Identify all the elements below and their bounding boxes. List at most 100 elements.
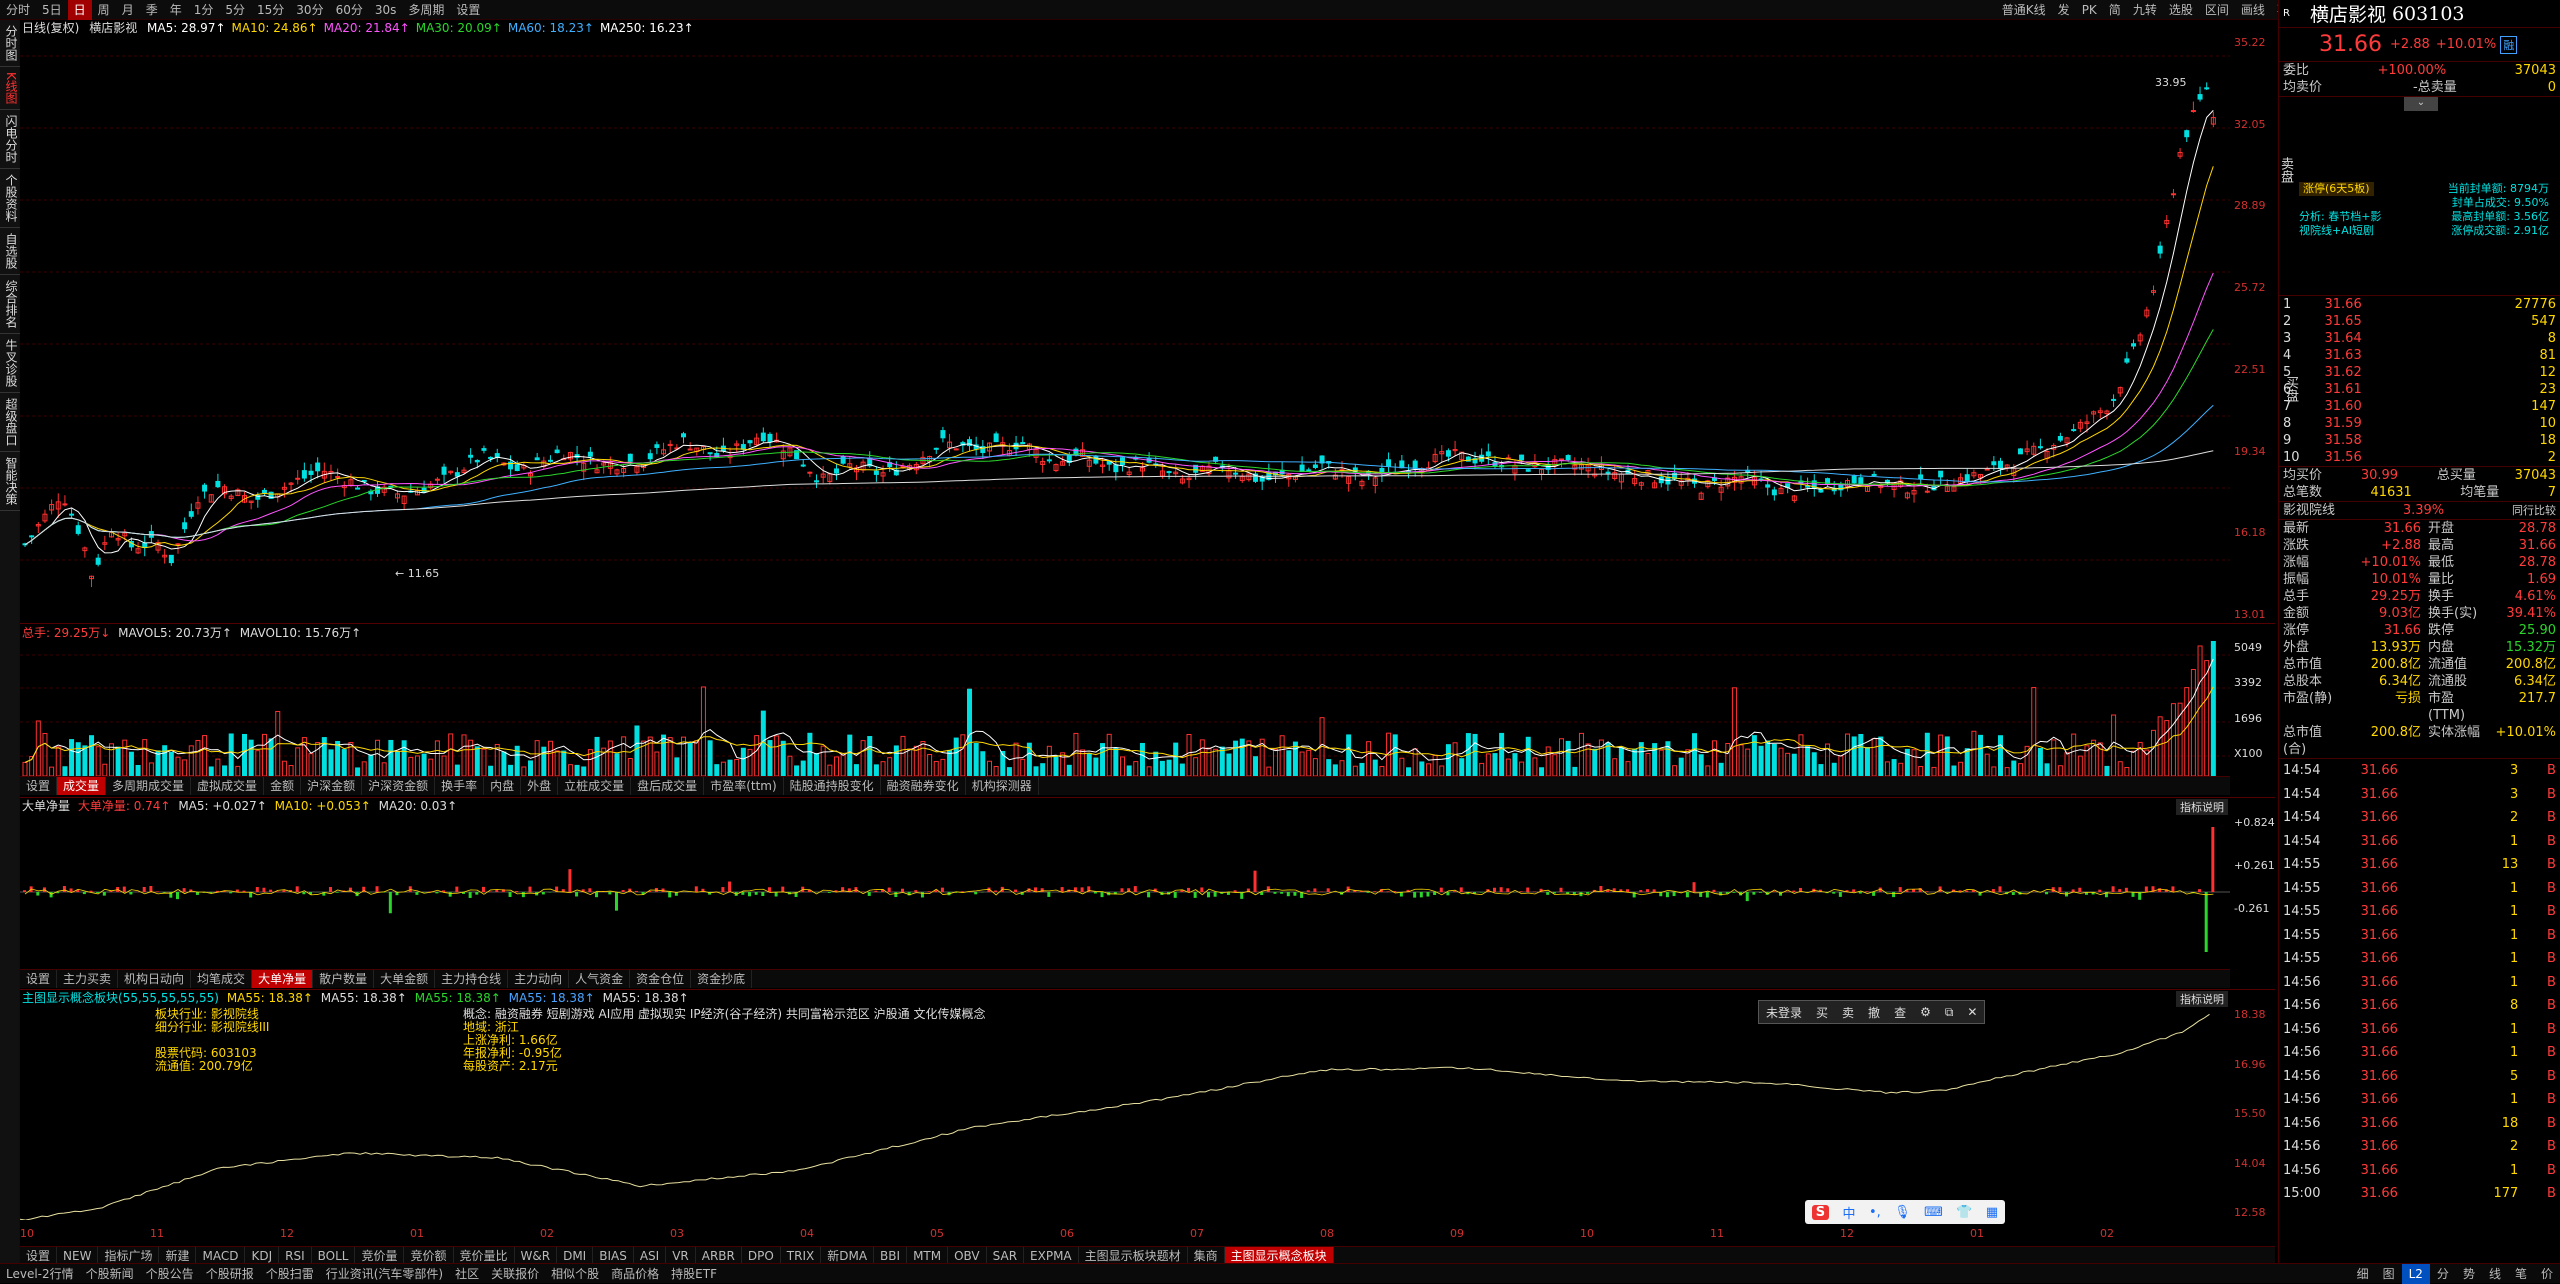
status-link-6[interactable]: 社区 <box>449 1264 485 1284</box>
float-btn-7[interactable]: ✕ <box>1960 1005 1984 1019</box>
ime-punct-icon[interactable]: •, <box>1869 1205 1881 1220</box>
trade-icon[interactable]: 融 <box>2500 36 2517 54</box>
tab-5[interactable]: 沪深金额 <box>301 777 362 795</box>
leftnav-item-0[interactable]: 分时图 <box>0 20 20 67</box>
status-right-7[interactable]: 价 <box>2534 1264 2560 1284</box>
period-8[interactable]: 5分 <box>219 0 251 20</box>
ime-toolbar[interactable]: S 中 •, 🎙 ⌨ 👕 ▦ <box>1805 1200 2005 1224</box>
status-link-7[interactable]: 关联报价 <box>485 1264 545 1284</box>
status-link-8[interactable]: 相似个股 <box>545 1264 605 1284</box>
tool-0[interactable]: 普通K线 <box>1996 0 2052 20</box>
float-btn-6[interactable]: ⧉ <box>1938 1005 1961 1020</box>
status-link-9[interactable]: 商品价格 <box>605 1264 665 1284</box>
tab-11[interactable]: 盘后成交量 <box>631 777 704 795</box>
leftnav-item-6[interactable]: 牛叉诊股 <box>0 334 20 393</box>
status-link-4[interactable]: 个股扫雷 <box>260 1264 320 1284</box>
sector-row[interactable]: 影视院线3.39%同行比较 <box>2279 502 2560 520</box>
tab-14[interactable]: 融资融券变化 <box>881 777 966 795</box>
tab-2[interactable]: 机构日动向 <box>118 970 191 988</box>
tab-11[interactable]: 资金抄底 <box>691 970 752 988</box>
tab-7[interactable]: 换手率 <box>435 777 484 795</box>
tab-0[interactable]: 设置 <box>20 777 57 795</box>
tab-13[interactable]: 陆股通持股变化 <box>784 777 881 795</box>
period-0[interactable]: 分时 <box>0 0 36 20</box>
ime-mic-icon[interactable]: 🎙 <box>1894 1205 1911 1220</box>
period-1[interactable]: 5日 <box>36 0 68 20</box>
tab-9[interactable]: 外盘 <box>521 777 558 795</box>
period-9[interactable]: 15分 <box>251 0 290 20</box>
float-btn-5[interactable]: ⚙ <box>1913 1005 1938 1019</box>
tab-1[interactable]: 成交量 <box>57 777 106 795</box>
tool-6[interactable]: 区间 <box>2199 0 2235 20</box>
period-14[interactable]: 设置 <box>450 0 486 20</box>
expand-arrow-icon[interactable]: ⌄ <box>2404 97 2438 111</box>
ime-tools-icon[interactable]: ▦ <box>1986 1205 1998 1220</box>
status-link-3[interactable]: 个股研报 <box>200 1264 260 1284</box>
tab-15[interactable]: 机构探测器 <box>966 777 1039 795</box>
tab-6[interactable]: 沪深资金额 <box>362 777 435 795</box>
tab-1[interactable]: 主力买卖 <box>57 970 118 988</box>
tool-3[interactable]: 简 <box>2103 0 2127 20</box>
tool-5[interactable]: 选股 <box>2163 0 2199 20</box>
period-3[interactable]: 周 <box>92 0 116 20</box>
leftnav-item-7[interactable]: 超级盘口 <box>0 393 20 452</box>
status-link-0[interactable]: Level-2行情 <box>0 1264 80 1284</box>
peer-compare-button[interactable]: 同行比较 <box>2512 502 2556 519</box>
tick-list[interactable]: 14:5431.663B14:5431.663B14:5431.662B14:5… <box>2279 759 2560 1206</box>
status-link-1[interactable]: 个股新闻 <box>80 1264 140 1284</box>
tab-5[interactable]: 散户数量 <box>313 970 374 988</box>
period-10[interactable]: 30分 <box>290 0 329 20</box>
ime-chinese-icon[interactable]: 中 <box>1843 1203 1856 1222</box>
tab-7[interactable]: 主力持仓线 <box>435 970 508 988</box>
status-link-10[interactable]: 持股ETF <box>665 1264 723 1284</box>
float-btn-3[interactable]: 撤 <box>1861 1004 1887 1021</box>
tab-10[interactable]: 立桩成交量 <box>558 777 631 795</box>
period-11[interactable]: 60分 <box>330 0 369 20</box>
status-link-5[interactable]: 行业资讯(汽车零部件) <box>320 1264 449 1284</box>
bid-row[interactable]: 331.648 <box>2279 330 2560 347</box>
big-order-pane[interactable]: 大单净量 大单净量: 0.74↑ MA5: +0.027↑ MA10: +0.0… <box>20 797 2275 987</box>
status-right-3[interactable]: 分 <box>2430 1264 2456 1284</box>
tab-8[interactable]: 内盘 <box>484 777 521 795</box>
tab-2[interactable]: 多周期成交量 <box>106 777 191 795</box>
bid-row[interactable]: 931.5818 <box>2279 432 2560 449</box>
bid-row[interactable]: 231.65547 <box>2279 313 2560 330</box>
tab-4[interactable]: 金额 <box>264 777 301 795</box>
tool-1[interactable]: 发 <box>2052 0 2076 20</box>
big-order-help-button[interactable]: 指标说明 <box>2176 799 2228 815</box>
tab-8[interactable]: 主力动向 <box>508 970 569 988</box>
status-link-2[interactable]: 个股公告 <box>140 1264 200 1284</box>
tab-0[interactable]: 设置 <box>20 970 57 988</box>
period-2[interactable]: 日 <box>68 0 92 20</box>
period-13[interactable]: 多周期 <box>402 0 450 20</box>
bid-row[interactable]: 731.60147 <box>2279 398 2560 415</box>
bid-row[interactable]: 631.6123 <box>2279 381 2560 398</box>
status-right-5[interactable]: 线 <box>2482 1264 2508 1284</box>
tab-10[interactable]: 资金仓位 <box>630 970 691 988</box>
status-right-0[interactable]: 细 <box>2350 1264 2376 1284</box>
bid-row[interactable]: 531.6212 <box>2279 364 2560 381</box>
tab-3[interactable]: 虚拟成交量 <box>191 777 264 795</box>
float-btn-0[interactable]: 未登录 <box>1759 1004 1809 1021</box>
tool-4[interactable]: 九转 <box>2127 0 2163 20</box>
leftnav-item-8[interactable]: 智能决策 <box>0 452 20 511</box>
period-6[interactable]: 年 <box>164 0 188 20</box>
period-12[interactable]: 30s <box>369 0 403 20</box>
tool-7[interactable]: 画线 <box>2235 0 2271 20</box>
leftnav-item-2[interactable]: 闪电分时 <box>0 110 20 169</box>
tab-12[interactable]: 市盈率(ttm) <box>704 777 783 795</box>
bid-row[interactable]: 131.6627776 <box>2279 296 2560 313</box>
concept-help-button[interactable]: 指标说明 <box>2176 991 2228 1007</box>
status-right-2[interactable]: L2 <box>2402 1264 2430 1284</box>
period-7[interactable]: 1分 <box>188 0 220 20</box>
status-right-1[interactable]: 图 <box>2376 1264 2402 1284</box>
bid-row[interactable]: 1031.562 <box>2279 449 2560 466</box>
leftnav-item-4[interactable]: 自选股 <box>0 228 20 275</box>
tab-6[interactable]: 大单金额 <box>374 970 435 988</box>
period-5[interactable]: 季 <box>140 0 164 20</box>
float-btn-4[interactable]: 查 <box>1887 1004 1913 1021</box>
ime-skin-icon[interactable]: 👕 <box>1956 1205 1972 1220</box>
limit-analysis[interactable]: 分析: 春节档+影 <box>2299 210 2381 224</box>
price-chart[interactable]: 日线(复权) 横店影视 MA5: 28.97↑MA10: 24.86↑MA20:… <box>20 20 2275 624</box>
tab-9[interactable]: 人气资金 <box>569 970 630 988</box>
